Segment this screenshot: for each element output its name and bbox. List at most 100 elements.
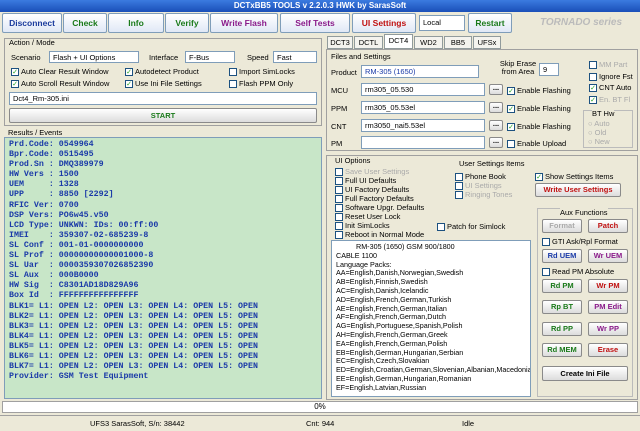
ui-settings-checkbox[interactable]: UI Settings bbox=[455, 181, 502, 191]
result-line: RFIC Ver: 0700 bbox=[9, 200, 79, 210]
ppm-enable-checkbox[interactable]: ✓ Enable Flashing bbox=[507, 104, 571, 114]
result-line: Provider: GSM Test Equipment bbox=[9, 372, 149, 382]
result-line: Prod.Sn : DMQ389979 bbox=[9, 160, 104, 170]
info-line: EF=English,Latvian,Russian bbox=[336, 382, 427, 392]
window-title: DCTxBB5 TOOLS v 2.2.0.3 HWK by SarasSoft bbox=[0, 0, 640, 12]
product-select[interactable]: RM-305 (1650) bbox=[361, 65, 479, 78]
cnt-file-input[interactable]: rm3050_nai5.53el bbox=[361, 119, 485, 132]
result-line: SL Uar : 0000359307026852390 bbox=[9, 261, 154, 271]
result-line: UPP : 8850 [2292] bbox=[9, 190, 114, 200]
ui-option-checkbox[interactable]: Save User Settings bbox=[335, 167, 409, 177]
start-button[interactable]: START bbox=[9, 108, 317, 123]
wr-pp-button[interactable]: Wr PP bbox=[588, 322, 628, 336]
info-button[interactable]: Info bbox=[108, 13, 164, 33]
ui-settings-button[interactable]: UI Settings bbox=[352, 13, 416, 33]
result-line: BLK2= L1: OPEN L2: OPEN L3: OPEN L4: OPE… bbox=[9, 311, 258, 321]
mcu-enable-checkbox[interactable]: ✓ Enable Flashing bbox=[507, 86, 571, 96]
rd-uem-button[interactable]: Rd UEM bbox=[542, 249, 582, 263]
bt-new-radio[interactable]: ○ New bbox=[588, 137, 610, 146]
rd-pp-button[interactable]: Rd PP bbox=[542, 322, 582, 336]
read-pm-absolute-checkbox[interactable]: Read PM Absolute bbox=[542, 267, 614, 277]
en-bt-checkbox[interactable]: ✓ En. BT Fl bbox=[589, 95, 630, 105]
gti-checkbox[interactable]: GTI Ask/Rpl Format bbox=[542, 237, 618, 247]
mcu-browse-button[interactable]: ... bbox=[489, 84, 503, 95]
rd-mem-button[interactable]: Rd MEM bbox=[542, 343, 582, 357]
use-ini-checkbox[interactable]: ✓ Use Ini File Settings bbox=[125, 79, 202, 89]
ui-option-checkbox[interactable]: Init SimLocks bbox=[335, 221, 390, 231]
patch-simlock-checkbox[interactable]: Patch for Simlock bbox=[437, 222, 505, 232]
result-line: BLK5= L1: OPEN L2: OPEN L3: OPEN L4: OPE… bbox=[9, 341, 258, 351]
ui-option-checkbox[interactable]: UI Factory Defaults bbox=[335, 185, 409, 195]
tab-dct3[interactable]: DCT3 bbox=[327, 36, 353, 49]
skip-erase-input[interactable]: 9 bbox=[539, 63, 559, 76]
autodetect-checkbox[interactable]: ✓ Autodetect Product bbox=[125, 67, 199, 77]
tab-ufsx[interactable]: UFSx bbox=[473, 36, 501, 49]
local-select[interactable]: Local bbox=[419, 15, 465, 31]
interface-select[interactable]: F-Bus bbox=[185, 51, 235, 63]
rp-bt-button[interactable]: Rp BT bbox=[542, 300, 582, 314]
cnt-enable-checkbox[interactable]: ✓ Enable Flashing bbox=[507, 122, 571, 132]
check-button[interactable]: Check bbox=[63, 13, 107, 33]
restart-button[interactable]: Restart bbox=[468, 13, 512, 33]
mcu-file-input[interactable]: rm305_05.530 bbox=[361, 83, 485, 96]
mm-part-checkbox[interactable]: MM Part bbox=[589, 60, 627, 70]
disconnect-button[interactable]: Disconnect bbox=[2, 13, 62, 33]
erase-button[interactable]: Erase bbox=[588, 343, 628, 357]
ui-option-checkbox[interactable]: Full UI Defaults bbox=[335, 176, 396, 186]
pm-upload-checkbox[interactable]: Enable Upload bbox=[507, 139, 566, 149]
phone-book-checkbox[interactable]: Phone Book bbox=[455, 172, 506, 182]
auto-clear-checkbox[interactable]: ✓ Auto Clear Result Window bbox=[11, 67, 109, 77]
pm-edit-button[interactable]: PM Edit bbox=[588, 300, 628, 314]
info-list: RM-305 (1650) GSM 900/1800 CABLE 1100 Lang… bbox=[331, 240, 531, 397]
brand-label: TORNADO series bbox=[539, 17, 623, 28]
files-settings-group: Files and Settings Product RM-305 (1650)… bbox=[326, 49, 638, 151]
pm-browse-button[interactable]: ... bbox=[489, 137, 503, 148]
ini-select[interactable]: Dct4_Rm-305.ini bbox=[9, 92, 317, 105]
result-line: HW Vers : 1500 bbox=[9, 170, 79, 180]
result-line: Box Id : FFFFFFFFFFFFFFFF bbox=[9, 291, 139, 301]
ppm-file-input[interactable]: rm305_05.53el bbox=[361, 101, 485, 114]
write-user-settings-button[interactable]: Write User Settings bbox=[535, 183, 621, 197]
show-settings-checkbox[interactable]: ✓ Show Settings Items bbox=[535, 172, 613, 182]
wr-uem-button[interactable]: Wr UEM bbox=[588, 249, 628, 263]
import-simlocks-checkbox[interactable]: Import SimLocks bbox=[229, 67, 295, 77]
rd-pm-button[interactable]: Rd PM bbox=[542, 279, 582, 293]
flash-ppm-checkbox[interactable]: Flash PPM Only bbox=[229, 79, 293, 89]
ui-option-checkbox[interactable]: Reset User Lock bbox=[335, 212, 400, 222]
status-state: Idle bbox=[462, 419, 475, 428]
format-button[interactable]: Format bbox=[542, 219, 582, 233]
result-line: Prd.Code: 0549964 bbox=[9, 140, 94, 149]
tab-dct4[interactable]: DCT4 bbox=[384, 34, 413, 49]
verify-button[interactable]: Verify bbox=[165, 13, 209, 33]
ignore-fst-checkbox[interactable]: Ignore Fst bbox=[589, 72, 633, 82]
bt-hw-group: BT Hw ○ Auto ○ Old ○ New bbox=[583, 109, 633, 148]
pm-file-input[interactable] bbox=[361, 136, 485, 149]
wr-pm-button[interactable]: Wr PM bbox=[588, 279, 628, 293]
ui-option-checkbox[interactable]: Full Factory Defaults bbox=[335, 194, 414, 204]
ppm-browse-button[interactable]: ... bbox=[489, 102, 503, 113]
tab-dctl[interactable]: DCTL bbox=[354, 36, 383, 49]
result-line: Bpr.Code: 0515495 bbox=[9, 150, 94, 160]
tab-wd2[interactable]: WD2 bbox=[414, 36, 443, 49]
auto-scroll-checkbox[interactable]: ✓ Auto Scroll Result Window bbox=[11, 79, 109, 89]
ui-option-checkbox[interactable]: Software Upgr. Defaults bbox=[335, 203, 424, 213]
results-panel: Prd.Code: 0549964 Bpr.Code: 0515495 Prod.S… bbox=[4, 137, 322, 399]
bt-auto-radio[interactable]: ○ Auto bbox=[588, 119, 610, 128]
cnt-auto-checkbox[interactable]: ✓ CNT Auto bbox=[589, 83, 631, 93]
patch-button[interactable]: Patch bbox=[588, 219, 628, 233]
result-line: LCD Type: UNKWN: IDs: 00:ff:00 bbox=[9, 220, 159, 230]
write-flash-button[interactable]: Write Flash bbox=[210, 13, 278, 33]
aux-functions-group: Aux Functions Format Patch GTI Ask/Rpl F… bbox=[537, 208, 633, 397]
result-line: BLK4= L1: OPEN L2: OPEN L3: OPEN L4: OPE… bbox=[9, 331, 258, 341]
progress-bar: 0% bbox=[2, 401, 638, 413]
result-line: HW Sig : C8301AD18D829A96 bbox=[9, 281, 139, 291]
ui-option-checkbox[interactable]: Reboot in Normal Mode bbox=[335, 230, 424, 240]
ringing-tones-checkbox[interactable]: Ringing Tones bbox=[455, 190, 512, 200]
create-ini-button[interactable]: Create Ini File bbox=[542, 366, 628, 381]
speed-select[interactable]: Fast bbox=[273, 51, 317, 63]
bt-old-radio[interactable]: ○ Old bbox=[588, 128, 606, 137]
cnt-browse-button[interactable]: ... bbox=[489, 120, 503, 131]
tab-bb5[interactable]: BB5 bbox=[444, 36, 472, 49]
self-tests-button[interactable]: Self Tests bbox=[280, 13, 350, 33]
scenario-select[interactable]: Flash + UI Options bbox=[49, 51, 139, 63]
